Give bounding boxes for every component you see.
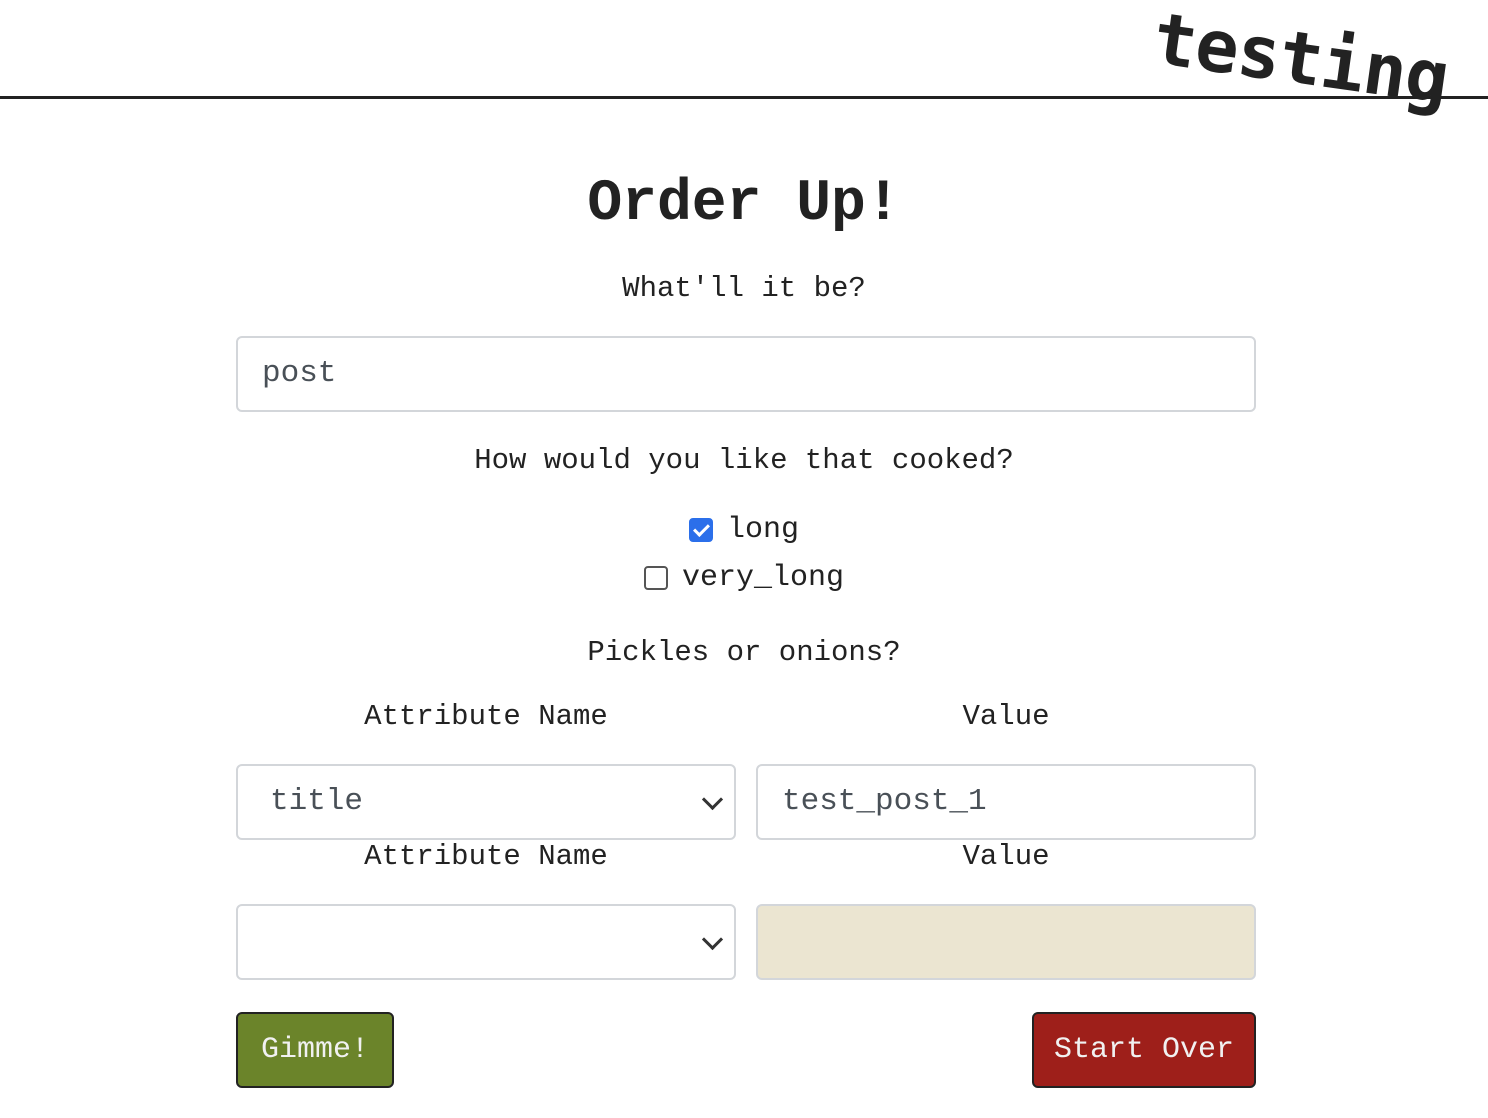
option-long[interactable]: long xyxy=(0,510,1488,550)
attribute-name-selected: title xyxy=(270,784,364,819)
checkbox-very-long[interactable] xyxy=(643,566,668,590)
checkbox-long[interactable] xyxy=(688,518,713,542)
value-header: Value xyxy=(962,700,1050,733)
attribute-name-select[interactable]: title xyxy=(236,764,736,840)
question-attrs-label: Pickles or onions? xyxy=(587,636,901,669)
header-rule xyxy=(0,96,1488,99)
chevron-down-icon xyxy=(701,788,724,811)
question-cook-label: How would you like that cooked? xyxy=(474,444,1014,477)
chevron-down-icon xyxy=(701,928,724,951)
option-very-long-label: very_long xyxy=(681,561,845,595)
page: testing Order Up! What'll it be? post Ho… xyxy=(0,0,1488,1118)
attribute-value-input[interactable]: test_post_1 xyxy=(756,764,1256,840)
value-header: Value xyxy=(962,840,1050,873)
option-very-long[interactable]: very_long xyxy=(0,558,1488,598)
page-title: Order Up! xyxy=(587,172,901,237)
option-long-label: long xyxy=(726,513,799,547)
name-input[interactable]: post xyxy=(236,336,1256,412)
start-over-button[interactable]: Start Over xyxy=(1032,1012,1256,1088)
submit-button[interactable]: Gimme! xyxy=(236,1012,394,1088)
attribute-name-header: Attribute Name xyxy=(364,700,608,733)
attribute-value-input-disabled xyxy=(756,904,1256,980)
question-name-label: What'll it be? xyxy=(622,272,866,305)
attribute-name-select[interactable] xyxy=(236,904,736,980)
attribute-name-header: Attribute Name xyxy=(364,840,608,873)
brand-logo: testing xyxy=(1148,0,1454,121)
